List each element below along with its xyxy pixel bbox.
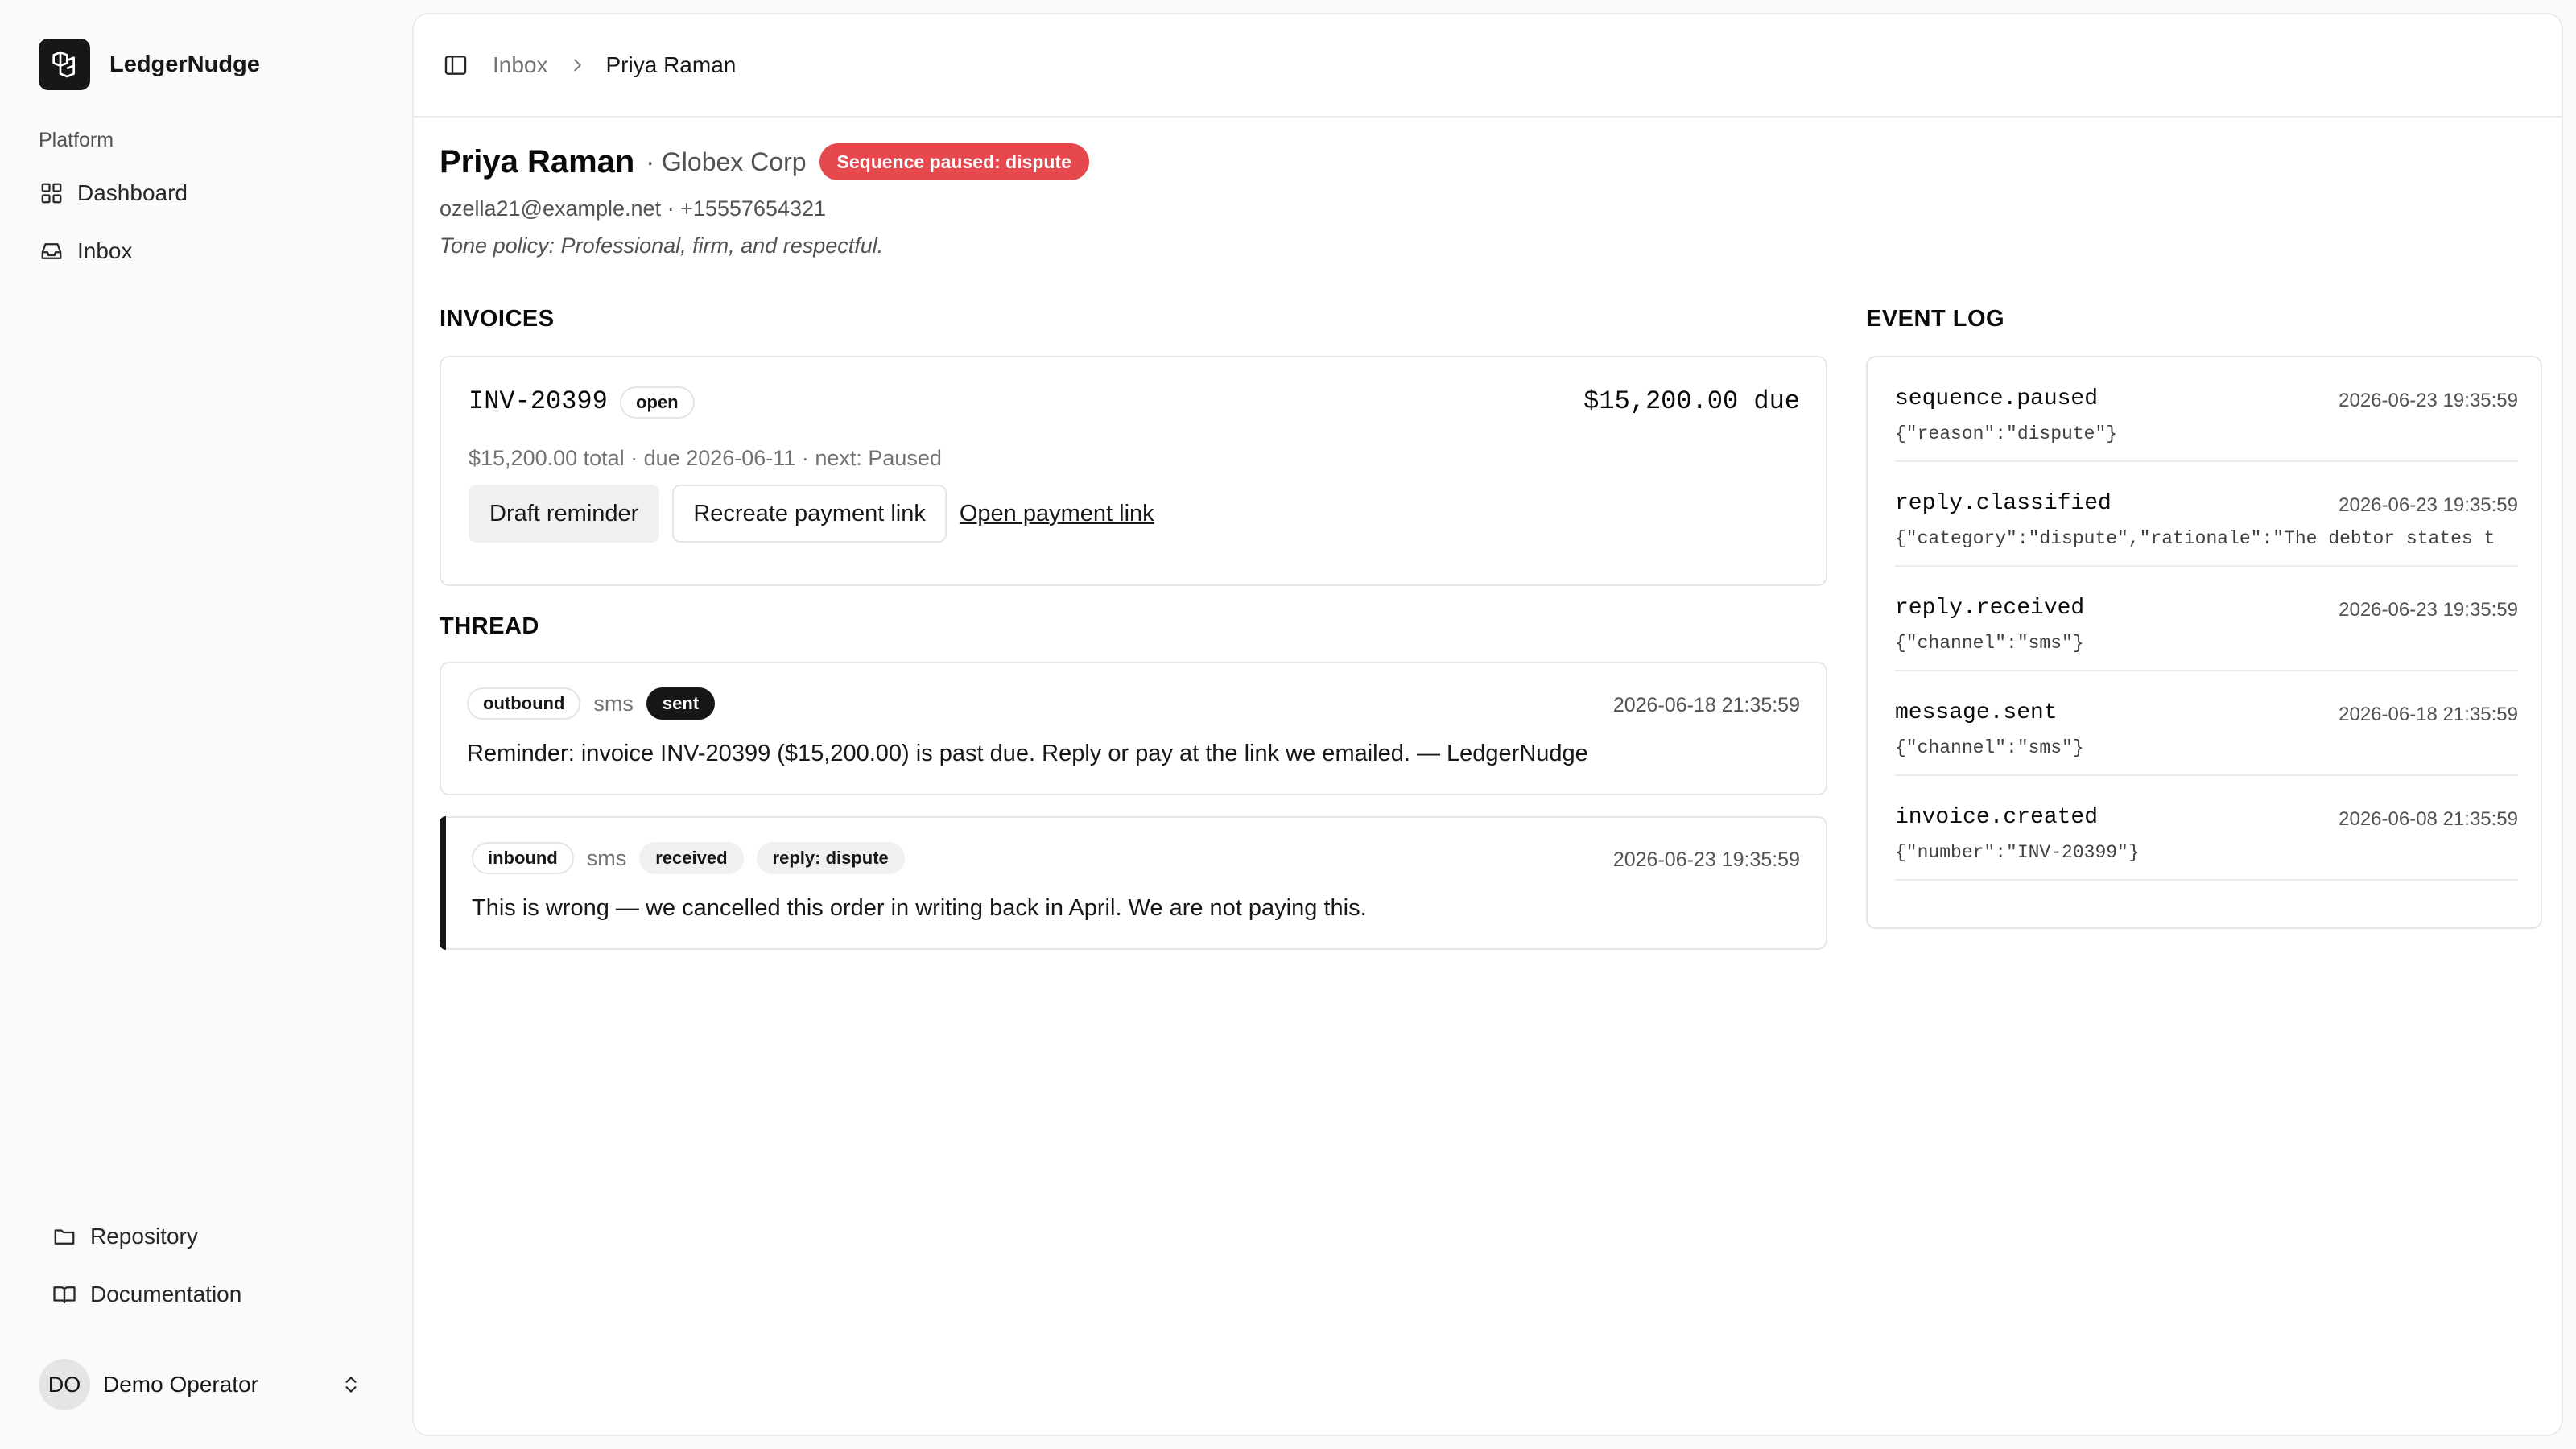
channel-label: sms: [593, 691, 634, 716]
classification-badge: reply: dispute: [756, 842, 905, 874]
event-name: reply.classified: [1895, 491, 2112, 516]
direction-badge: outbound: [467, 687, 581, 720]
sidebar-toggle-icon[interactable]: [441, 51, 470, 80]
event-payload: {"number":"INV-20399"}: [1895, 842, 2140, 863]
direction-badge: inbound: [472, 842, 574, 874]
event-timestamp: 2026-06-23 19:35:59: [2339, 494, 2518, 516]
message-header: outbound sms sent: [467, 687, 716, 720]
message-body: This is wrong — we cancelled this order …: [472, 895, 1367, 921]
app-root: LedgerNudge Platform Dashboard Inbox Rep…: [0, 0, 2576, 1449]
event-name: invoice.created: [1895, 805, 2099, 830]
avatar: DO: [39, 1359, 90, 1410]
message-timestamp: 2026-06-23 19:35:59: [1612, 848, 1800, 871]
event-row: sequence.paused 2026-06-23 19:35:59 {"re…: [1895, 357, 2518, 462]
page-title: Priya Raman: [440, 143, 635, 180]
event-row: reply.received 2026-06-23 19:35:59 {"cha…: [1895, 567, 2518, 671]
breadcrumb-inbox[interactable]: Inbox: [493, 52, 548, 78]
event-name: sequence.paused: [1895, 386, 2099, 411]
user-name: Demo Operator: [103, 1372, 258, 1397]
event-log-card: sequence.paused 2026-06-23 19:35:59 {"re…: [1866, 356, 2542, 929]
contact-info: ozella21@example.net · +15557654321: [440, 196, 827, 221]
chevron-up-down-icon: [338, 1372, 364, 1397]
inbound-indicator: [440, 816, 446, 950]
event-name: message.sent: [1895, 700, 2058, 725]
book-icon: [52, 1282, 77, 1307]
event-log-heading: EVENT LOG: [1866, 306, 2005, 332]
message-body: Reminder: invoice INV-20399 ($15,200.00)…: [467, 741, 1588, 766]
sidebar-item-label: Inbox: [77, 238, 133, 263]
message-timestamp: 2026-06-18 21:35:59: [1612, 694, 1800, 716]
chevron-right-icon: [568, 56, 587, 75]
event-timestamp: 2026-06-08 21:35:59: [2339, 808, 2518, 830]
invoice-card: INV-20399 open $15,200.00 due $15,200.00…: [440, 356, 1827, 586]
main-panel: Inbox Priya Raman Priya Raman · Globex C…: [412, 13, 2563, 1436]
ledger-logo-icon: [39, 39, 90, 90]
invoice-actions: Draft reminder Recreate payment link Ope…: [469, 485, 1154, 543]
event-timestamp: 2026-06-18 21:35:59: [2339, 704, 2518, 725]
sidebar-item-dashboard[interactable]: Dashboard: [39, 171, 377, 216]
inbox-icon: [39, 238, 64, 264]
sidebar-item-label: Dashboard: [77, 180, 188, 205]
event-payload: {"channel":"sms"}: [1895, 737, 2084, 758]
event-name: reply.received: [1895, 596, 2085, 621]
breadcrumb-current: Priya Raman: [605, 52, 737, 77]
sidebar-link-documentation[interactable]: Documentation: [52, 1272, 390, 1317]
nav-section-label: Platform: [39, 129, 114, 151]
status-badge: Sequence paused: dispute: [819, 143, 1089, 180]
draft-reminder-button[interactable]: Draft reminder: [469, 485, 660, 543]
channel-label: sms: [586, 845, 627, 870]
event-payload: {"channel":"sms"}: [1895, 633, 2084, 654]
invoice-amount-due: $15,200.00 due: [1583, 386, 1800, 416]
sidebar-link-label: Documentation: [90, 1282, 242, 1307]
invoice-number: INV-20399: [469, 386, 608, 416]
event-payload: {"reason":"dispute"}: [1895, 423, 2118, 444]
event-row: invoice.created 2026-06-08 21:35:59 {"nu…: [1895, 776, 2518, 881]
sidebar-link-label: Repository: [90, 1224, 198, 1249]
brand[interactable]: LedgerNudge: [39, 39, 260, 90]
sidebar: LedgerNudge Platform Dashboard Inbox Rep…: [0, 0, 411, 1449]
recreate-payment-link-button[interactable]: Recreate payment link: [672, 485, 947, 543]
grid-icon: [39, 180, 64, 206]
invoice-status-badge: open: [620, 386, 695, 419]
user-menu[interactable]: DO Demo Operator: [39, 1359, 377, 1410]
thread-message: outbound sms sent 2026-06-18 21:35:59 Re…: [440, 662, 1827, 795]
folder-icon: [52, 1224, 77, 1249]
thread-heading: THREAD: [440, 613, 539, 639]
event-payload: {"category":"dispute","rationale":"The d…: [1895, 528, 2496, 549]
open-payment-link[interactable]: Open payment link: [960, 501, 1154, 527]
tone-policy: Tone policy: Professional, firm, and res…: [440, 233, 884, 258]
company-name: · Globex Corp: [646, 147, 807, 176]
event-timestamp: 2026-06-23 19:35:59: [2339, 599, 2518, 621]
message-header: inbound sms received reply: dispute: [472, 842, 905, 874]
top-bar: Inbox Priya Raman: [414, 14, 2562, 118]
sidebar-link-repository[interactable]: Repository: [52, 1214, 390, 1259]
debtor-header: Priya Raman · Globex Corp Sequence pause…: [440, 142, 1089, 258]
thread-message: inbound sms received reply: dispute 2026…: [440, 816, 1827, 950]
event-row: message.sent 2026-06-18 21:35:59 {"chann…: [1895, 671, 2518, 776]
invoice-meta: $15,200.00 total · due 2026-06-11 · next…: [469, 446, 942, 470]
event-row: reply.classified 2026-06-23 19:35:59 {"c…: [1895, 462, 2518, 567]
app-name: LedgerNudge: [109, 51, 260, 77]
sidebar-item-inbox[interactable]: Inbox: [39, 229, 377, 274]
invoices-heading: INVOICES: [440, 306, 555, 332]
event-timestamp: 2026-06-23 19:35:59: [2339, 390, 2518, 411]
delivery-status-badge: received: [639, 842, 744, 874]
delivery-status-badge: sent: [646, 687, 716, 720]
